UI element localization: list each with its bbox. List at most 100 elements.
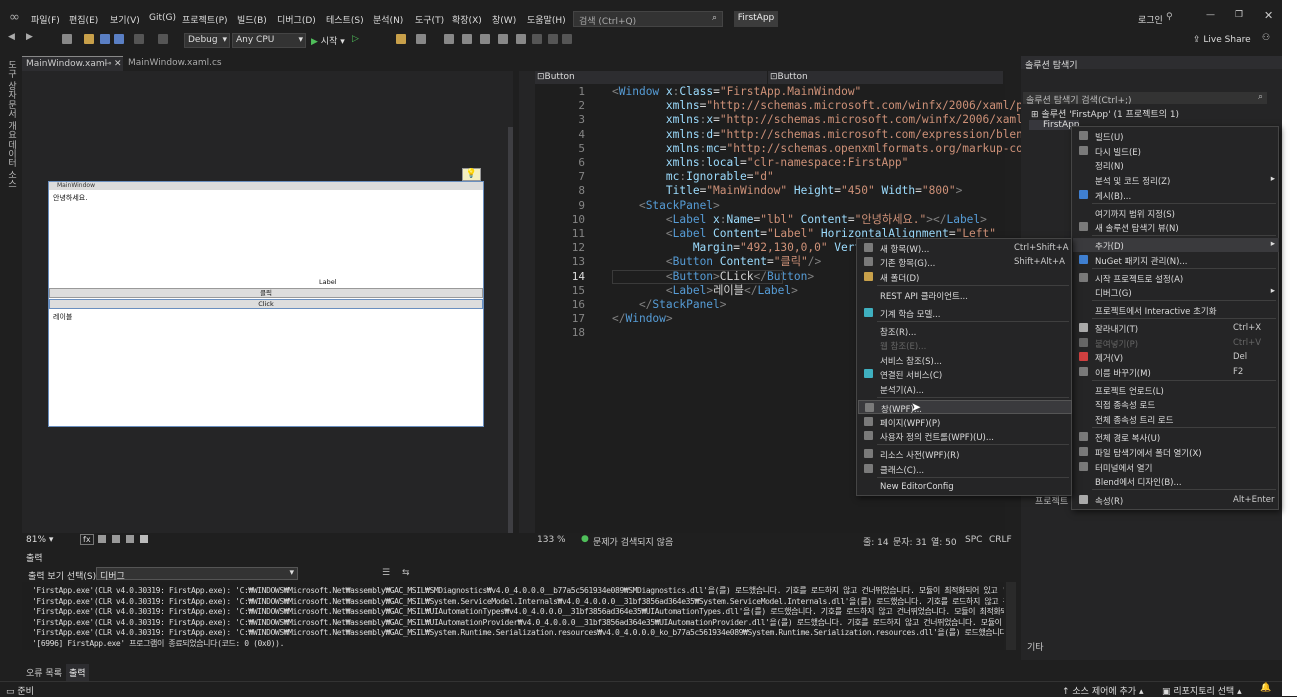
bookmark-clear-icon[interactable]	[562, 34, 572, 44]
menu-item[interactable]: Blend에서 디자인(B)...	[1073, 474, 1279, 488]
grid-icon-3[interactable]	[126, 535, 134, 543]
menu-item[interactable]: 이름 바꾸기(M) F2	[1073, 365, 1279, 379]
code-line[interactable]: <Window x:Class="FirstApp.MainWindow"	[612, 85, 861, 99]
fx-icon[interactable]: fx	[80, 534, 94, 545]
toolbar-icon-4[interactable]	[462, 34, 472, 44]
menu-item[interactable]: 디버그(G) ▸	[1073, 285, 1279, 299]
clear-all-icon[interactable]: ☰	[382, 568, 390, 578]
menu-item[interactable]: 제거(V) Del	[1073, 350, 1279, 364]
feedback-icon[interactable]: ⚲	[1166, 12, 1173, 22]
menu-item[interactable]: 파일(F)	[31, 13, 60, 26]
menu-item[interactable]: 창(WPF)...	[858, 400, 1072, 415]
menu-item[interactable]: 속성(R) Alt+Enter	[1073, 493, 1279, 507]
toolbar-icon-1[interactable]	[396, 34, 406, 44]
menu-item[interactable]: 프로젝트 언로드(L)	[1073, 383, 1279, 397]
menu-item[interactable]: 편집(E)	[69, 13, 98, 26]
bookmark-prev-icon[interactable]	[532, 34, 542, 44]
toolbar-icon-6[interactable]	[498, 34, 508, 44]
menu-item[interactable]: 분석(N)	[373, 13, 403, 26]
code-line[interactable]: xmlns:x="http://schemas.microsoft.com/wi…	[612, 113, 1030, 127]
designer-scrollbar[interactable]	[508, 127, 513, 533]
design-label-greeting[interactable]: 안녕하세요.	[53, 193, 87, 203]
platform-dropdown[interactable]: Any CPU ▾	[232, 33, 306, 48]
menu-item[interactable]: 기계 학습 모델...	[858, 306, 1072, 320]
word-wrap-icon[interactable]: ⇆	[402, 568, 410, 578]
code-line[interactable]: mc:Ignorable="d"	[612, 170, 774, 184]
menu-item[interactable]: 창(W)	[492, 13, 516, 26]
close-icon[interactable]: ✕	[114, 59, 122, 69]
solution-search[interactable]: 솔루션 탐색기 검색(Ctrl+;) ⌕	[1023, 92, 1267, 106]
output-scrollbar[interactable]	[1006, 582, 1016, 650]
menu-item[interactable]: Git(G)	[149, 13, 176, 23]
menu-item[interactable]: REST API 클라이언트...	[858, 288, 1072, 302]
menu-item[interactable]: 도구(T)	[415, 13, 444, 26]
tab-mainwindow-xaml-cs[interactable]: MainWindow.xaml.cs	[124, 56, 234, 71]
menu-item[interactable]: 전체 경로 복사(U)	[1073, 430, 1279, 444]
menu-item[interactable]: 분석 및 코드 정리(Z) ▸	[1073, 173, 1279, 187]
document-outline-tab[interactable]: 문서 개요	[5, 100, 18, 139]
design-button-click-kr[interactable]: 클릭	[49, 288, 483, 298]
menu-item[interactable]: 전체 종속성 트리 로드	[1073, 412, 1279, 426]
spc-status[interactable]: SPC	[965, 535, 982, 545]
search-input[interactable]: 검색 (Ctrl+Q) ⌕	[573, 11, 723, 27]
menu-item[interactable]: 다시 빌드(E)	[1073, 144, 1279, 158]
redo-icon[interactable]	[158, 34, 168, 44]
menu-item[interactable]: 웹 참조(E)...	[858, 338, 1072, 352]
code-line[interactable]: </Window>	[612, 312, 673, 326]
editor-right-dropdown[interactable]: ⊡Button	[768, 71, 1003, 84]
menu-item[interactable]: 터미널에서 열기	[1073, 460, 1279, 474]
solution-node[interactable]: ⊞ 솔루션 'FirstApp' (1 프로젝트의 1)	[1031, 107, 1179, 120]
toolbar-icon-2[interactable]	[416, 34, 426, 44]
code-line[interactable]: xmlns:mc="http://schemas.openxmlformats.…	[612, 142, 1070, 156]
grid-icon[interactable]	[98, 535, 106, 543]
design-label-layer[interactable]: 레이블	[53, 312, 72, 322]
menu-item[interactable]: 잘라내기(T) Ctrl+X	[1073, 321, 1279, 335]
start-without-debug-icon[interactable]: ▷	[352, 34, 359, 44]
menu-item[interactable]: 새 항목(W)... Ctrl+Shift+A	[858, 241, 1072, 255]
code-line[interactable]: <StackPanel>	[612, 199, 720, 213]
issues-status[interactable]: 문제가 검색되지 않음	[593, 535, 673, 548]
menu-item[interactable]: 분석기(A)...	[858, 382, 1072, 396]
menu-item[interactable]: 정리(N)	[1073, 158, 1279, 172]
tab-error-list[interactable]: 오류 목록	[26, 666, 62, 679]
menu-item[interactable]: 빌드(U)	[1073, 129, 1279, 143]
config-dropdown[interactable]: Debug ▾	[184, 33, 230, 48]
code-line[interactable]: <Button Content="클릭"/>	[612, 255, 821, 269]
tab-mainwindow-xaml[interactable]: MainWindow.xaml ⊸ ✕	[22, 56, 123, 71]
zoom-dropdown[interactable]: 81% ▾	[26, 535, 53, 545]
menu-item[interactable]: 테스트(S)	[326, 13, 364, 26]
start-button[interactable]: ▶ 시작 ▾	[311, 34, 345, 47]
grid-icon-2[interactable]	[112, 535, 120, 543]
menu-item[interactable]: 게시(B)...	[1073, 188, 1279, 202]
toolbox-tab[interactable]: 도구 상자	[5, 60, 18, 99]
back-icon[interactable]: ◀	[8, 32, 18, 42]
menu-item[interactable]: 디버그(D)	[277, 13, 316, 26]
menu-item[interactable]: 연결된 서비스(C)	[858, 367, 1072, 381]
menu-item[interactable]: 파일 탐색기에서 폴더 열기(X)	[1073, 445, 1279, 459]
output-source-dropdown[interactable]: 디버그 ▾	[96, 567, 298, 582]
undo-icon[interactable]	[134, 34, 144, 44]
output-text[interactable]: 'FirstApp.exe'(CLR v4.0.30319: FirstApp.…	[22, 582, 1004, 650]
close-button[interactable]: ✕	[1264, 9, 1273, 22]
code-line[interactable]: xmlns:d="http://schemas.microsoft.com/ex…	[612, 128, 1070, 142]
toolbar-icon-5[interactable]	[480, 34, 490, 44]
menu-item[interactable]: 기존 항목(G)... Shift+Alt+A	[858, 255, 1072, 269]
open-icon[interactable]	[84, 34, 94, 44]
data-sources-tab[interactable]: 데이터 소스	[5, 140, 18, 188]
crlf-status[interactable]: CRLF	[989, 535, 1012, 545]
bookmark-next-icon[interactable]	[548, 34, 558, 44]
menu-item[interactable]: 참조(R)...	[858, 324, 1072, 338]
forward-icon[interactable]: ▶	[26, 32, 36, 42]
minimize-button[interactable]: —	[1206, 10, 1215, 20]
lightbulb-icon[interactable]: 💡	[462, 168, 481, 181]
line-number-status[interactable]: 줄: 14	[863, 535, 889, 548]
menu-item[interactable]: 페이지(WPF)(P)	[858, 415, 1072, 429]
menu-item[interactable]: 보기(V)	[110, 13, 140, 26]
design-label[interactable]: Label	[319, 278, 337, 286]
code-line[interactable]: <Label x:Name="lbl" Content="안녕하세요."></L…	[612, 213, 987, 227]
pin-icon[interactable]: ⊸	[104, 59, 112, 69]
menu-item[interactable]: 새 솔루션 탐색기 뷰(N)	[1073, 220, 1279, 234]
code-line[interactable]: xmlns:local="clr-namespace:FirstApp"	[612, 156, 909, 170]
tab-output[interactable]: 출력	[66, 664, 89, 681]
menu-item[interactable]: New EditorConfig	[858, 480, 1072, 494]
